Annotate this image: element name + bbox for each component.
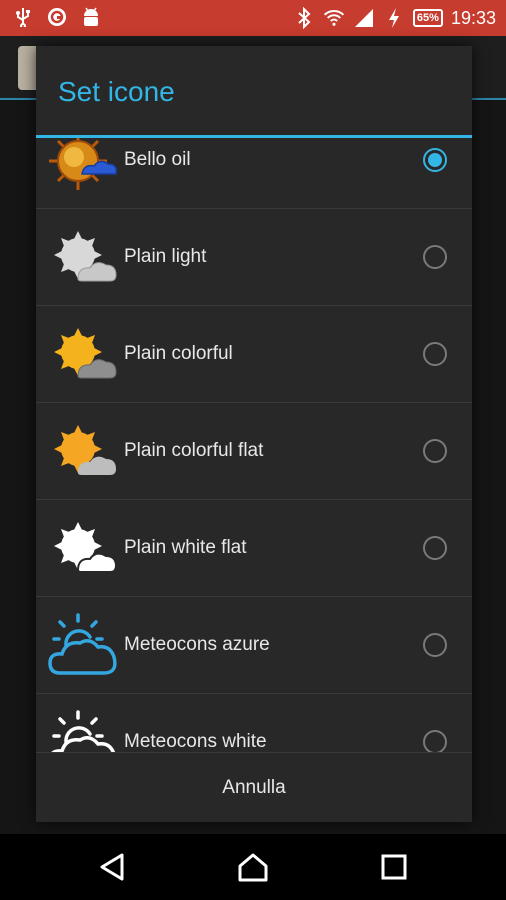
status-bar: 65% 19:33	[0, 0, 506, 36]
recents-icon[interactable]	[377, 852, 411, 882]
wifi-icon	[323, 7, 345, 29]
sun-cloud-icon	[48, 514, 120, 584]
radio-button[interactable]	[423, 633, 447, 657]
radio-button[interactable]	[423, 245, 447, 269]
sun-cloud-icon	[48, 223, 120, 293]
icon-set-list[interactable]: Bello oil Plain light Plain colorful Pla…	[36, 138, 472, 752]
sun-cloud-outline-icon	[48, 611, 120, 681]
list-item-label: Plain white flat	[124, 537, 247, 558]
clock: 19:33	[450, 7, 496, 28]
icon-set-dialog: Set icone Bello oil Plain light Plain co…	[36, 46, 472, 822]
bluetooth-icon	[293, 7, 315, 29]
list-item-plain-white-flat[interactable]: Plain white flat	[36, 500, 472, 597]
sun-cloud-icon	[48, 138, 120, 196]
dialog-footer: Annulla	[36, 752, 472, 822]
radio-button[interactable]	[423, 730, 447, 752]
list-item-label: Plain colorful flat	[124, 440, 264, 461]
list-item-meteocons-white[interactable]: Meteocons white	[36, 694, 472, 752]
cancel-button[interactable]: Annulla	[192, 767, 315, 809]
list-item-meteocons-azure[interactable]: Meteocons azure	[36, 597, 472, 694]
back-icon[interactable]	[96, 852, 130, 882]
android-icon	[80, 6, 102, 28]
radio-button[interactable]	[423, 536, 447, 560]
list-item-bello-oil[interactable]: Bello oil	[36, 138, 472, 209]
charging-icon	[383, 7, 405, 29]
list-item-label: Meteocons white	[124, 731, 267, 752]
sun-cloud-icon	[48, 417, 120, 487]
usb-icon	[12, 6, 34, 28]
sync-icon	[46, 6, 68, 28]
list-item-label: Meteocons azure	[124, 634, 270, 655]
home-icon[interactable]	[236, 852, 270, 882]
list-item-label: Plain colorful	[124, 343, 233, 364]
sun-cloud-outline-icon	[48, 708, 120, 752]
signal-icon	[353, 7, 375, 29]
list-item-label: Plain light	[124, 246, 207, 267]
list-item-plain-colorful-flat[interactable]: Plain colorful flat	[36, 403, 472, 500]
dialog-title: Set icone	[36, 46, 472, 138]
battery-icon: 65%	[412, 9, 443, 27]
list-item-label: Bello oil	[124, 149, 191, 170]
radio-button-checked[interactable]	[423, 148, 447, 172]
list-item-plain-light[interactable]: Plain light	[36, 209, 472, 306]
navigation-bar	[0, 834, 506, 900]
list-item-plain-colorful[interactable]: Plain colorful	[36, 306, 472, 403]
radio-button[interactable]	[423, 342, 447, 366]
radio-button[interactable]	[423, 439, 447, 463]
sun-cloud-icon	[48, 320, 120, 390]
